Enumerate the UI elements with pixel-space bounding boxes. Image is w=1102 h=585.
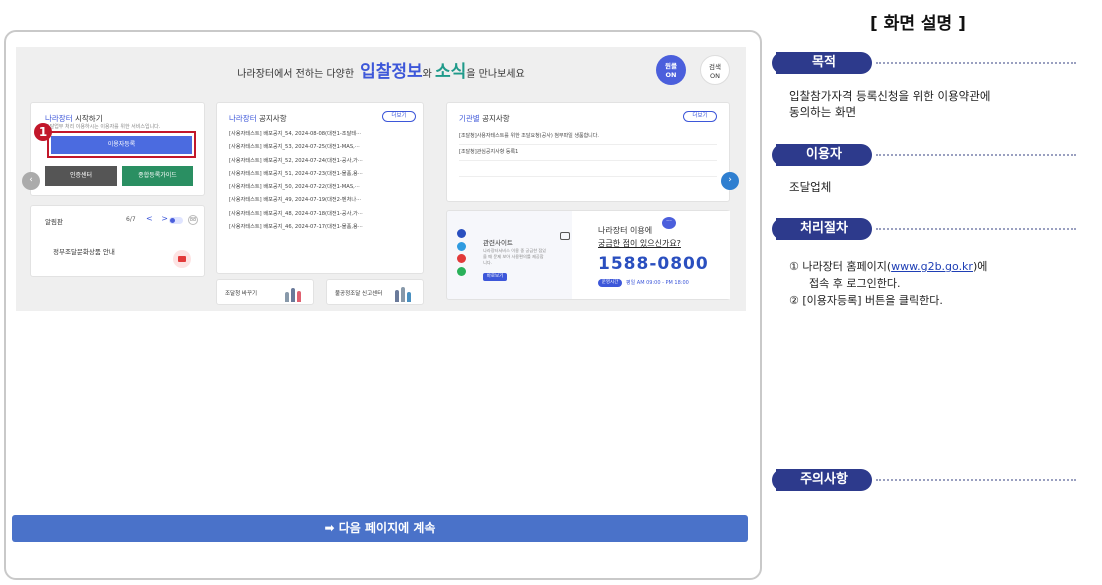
search-toggle-label: 검색	[709, 63, 721, 71]
divider	[876, 62, 1076, 64]
notice-card: 나라장터 공지사항 더보기 [사용자테스트] 배포공지_54, 2024-08-…	[216, 102, 424, 274]
notice-card-title-rest: 공지사항	[259, 114, 287, 123]
user-text: 조달업체	[789, 180, 832, 194]
alarm-card-title: 알림판	[45, 218, 63, 226]
bottom-card-1[interactable]: 조달청 바꾸기	[216, 279, 314, 305]
agency-notice-item[interactable]: [조달청]관심공지사항 등록1	[459, 145, 717, 161]
g2b-main-screenshot: 나라장터에서 전하는 다양한 입찰정보와 소식을 만나보세요 원클 ON 검색 O…	[16, 47, 746, 311]
notice-item[interactable]: [사용자테스트] 배포공지_54, 2024-08-08(대전1-조달테···	[229, 130, 363, 143]
purpose-text: 입찰참가자격 등록신청을 위한 이용약관에 동의하는 화면	[789, 88, 990, 120]
twitter-icon[interactable]	[457, 241, 466, 251]
alarm-prev-next[interactable]: < >	[146, 214, 171, 223]
oneclick-toggle[interactable]: 원클 ON	[656, 55, 686, 85]
continue-next-page-bar[interactable]: ➡ 다음 페이지에 계속	[12, 515, 748, 542]
youtube-icon[interactable]	[173, 250, 191, 268]
box-icon	[560, 232, 570, 240]
main-headline: 나라장터에서 전하는 다양한 입찰정보와 소식을 만나보세요	[16, 59, 746, 88]
procedure-steps: ① 나라장터 홈페이지(www.g2b.go.kr)에 접속 후 로그인한다. …	[789, 258, 1089, 309]
step-1-pre: ① 나라장터 홈페이지(	[789, 260, 892, 273]
help-panel: 나라장터 이용에 ··· 궁금한 점이 있으신가요? 1588-0800 운영시…	[572, 211, 730, 299]
notice-item[interactable]: [사용자테스트] 배포공지_51, 2024-07-23(대전1-물품,용···	[229, 170, 363, 183]
people-illustration-icon	[393, 284, 415, 302]
related-sites-title: 관련사이트	[483, 239, 513, 247]
people-illustration-icon	[283, 284, 305, 302]
agency-notice-card: 기관별 공지사항 더보기 [조달청]사용자테스트를 위한 조달요청(공사) 첨부…	[446, 102, 730, 202]
agency-notice-item[interactable]	[459, 161, 717, 177]
registration-guide-button[interactable]: 종합등록가이드	[122, 166, 193, 186]
grid-icon[interactable]: 88	[188, 215, 198, 225]
chat-bubble-icon[interactable]: ···	[662, 217, 676, 229]
agency-card-brand: 기관별	[459, 114, 480, 123]
start-card-title-rest: 시작하기	[75, 114, 103, 123]
notice-card-brand: 나라장터	[229, 114, 257, 123]
caution-label: 주의사항	[772, 469, 872, 491]
hours-tag: 운영시간	[598, 279, 622, 287]
operating-hours: 평일 AM 09:00 - PM 18:00	[626, 280, 689, 286]
agency-card-title: 기관별 공지사항	[459, 113, 510, 124]
highlight-box	[47, 131, 196, 158]
headline-highlight-bid: 입찰정보	[360, 62, 423, 82]
divider	[876, 154, 1076, 156]
agency-card-title-rest: 공지사항	[482, 114, 510, 123]
related-sites-card: 관련사이트 나라장터서비스 이용 중 궁금한 점있을 때 문제 보아 사용편의를…	[446, 210, 730, 300]
search-toggle[interactable]: 검색 ON	[700, 55, 730, 85]
notice-item[interactable]: [사용자테스트] 배포공지_50, 2024-07-22(대전1-MAS,···	[229, 183, 363, 196]
divider	[876, 228, 1076, 230]
step-marker-1: 1	[34, 123, 52, 141]
start-card-brand: 나라장터	[45, 114, 73, 123]
headline-post: 을 만나보세요	[466, 69, 525, 80]
carousel-prev-button[interactable]: ‹	[22, 172, 40, 190]
carousel-next-button[interactable]: ›	[721, 172, 739, 190]
oneclick-toggle-label: 원클	[665, 62, 677, 70]
go-button[interactable]: 바로보기	[483, 273, 507, 281]
help-question-1: 나라장터 이용에	[598, 226, 653, 235]
purpose-label: 목적	[772, 52, 872, 74]
notice-item[interactable]: [사용자테스트] 배포공지_53, 2024-07-25(대전1-MAS,···	[229, 143, 363, 156]
agency-more-button[interactable]: 더보기	[683, 111, 717, 122]
bottom-card-2[interactable]: 불공정조달 신고센터	[326, 279, 424, 305]
cert-center-button[interactable]: 인증센터	[45, 166, 117, 186]
bottom-card-1-label: 조달청 바꾸기	[225, 291, 258, 297]
step-1: ① 나라장터 홈페이지(www.g2b.go.kr)에	[789, 258, 1089, 275]
alarm-page-indicator: 6/7	[126, 216, 136, 223]
notice-item[interactable]: [사용자테스트] 배포공지_46, 2024-07-17(대전1-물품,용···	[229, 223, 363, 236]
step-1-continued: 접속 후 로그인한다.	[809, 277, 901, 290]
social-icons	[457, 229, 467, 279]
user-label: 이용자	[772, 144, 872, 166]
procedure-label: 처리절차	[772, 218, 872, 240]
headline-pre: 나라장터에서 전하는 다양한	[237, 69, 355, 80]
start-card-subtitle: 조달업무 처리 이용하시는 이용자를 위한 서비스입니다.	[45, 124, 161, 130]
alarm-autoplay-toggle[interactable]	[169, 217, 183, 224]
purpose-text-line-2: 동의하는 화면	[789, 105, 857, 119]
headline-mid: 와	[422, 69, 432, 80]
notice-item[interactable]: [사용자테스트] 배포공지_48, 2024-07-18(대전1-공사,가···	[229, 210, 363, 223]
youtube-icon[interactable]	[457, 254, 466, 263]
oneclick-toggle-state: ON	[665, 71, 677, 79]
divider	[876, 479, 1076, 481]
step-2: ② [이용자등록] 버튼을 클릭한다.	[789, 294, 943, 307]
blog-icon[interactable]	[457, 266, 466, 276]
search-toggle-state: ON	[710, 72, 720, 80]
notice-item[interactable]: [사용자테스트] 배포공지_49, 2024-07-19(대전2-벤처나···	[229, 196, 363, 209]
agency-notice-list: [조달청]사용자테스트를 위한 조달요청(공사) 첨부파일 생품합니다. [조달…	[459, 129, 717, 177]
alarm-card: 알림판 6/7 < > 88 정부조달문화상품 안내	[30, 205, 205, 277]
g2b-link[interactable]: www.g2b.go.kr	[891, 260, 973, 273]
step-1-post: )에	[972, 260, 988, 273]
notice-item[interactable]: [사용자테스트] 배포공지_52, 2024-07-24(대전1-공사,가···	[229, 157, 363, 170]
bottom-card-2-label: 불공정조달 신고센터	[335, 291, 383, 297]
facebook-icon[interactable]	[457, 229, 466, 238]
help-question-2[interactable]: 궁금한 점이 있으신가요?	[598, 238, 681, 249]
notice-list: [사용자테스트] 배포공지_54, 2024-08-08(대전1-조달테··· …	[229, 130, 363, 236]
alarm-item[interactable]: 정부조달문화상품 안내	[53, 246, 115, 256]
agency-notice-item[interactable]: [조달청]사용자테스트를 위한 조달요청(공사) 첨부파일 생품합니다.	[459, 129, 717, 145]
notice-more-button[interactable]: 더보기	[382, 111, 416, 122]
start-card: 나라장터 시작하기 조달업무 처리 이용하시는 이용자를 위한 서비스입니다. …	[30, 102, 205, 196]
headline-highlight-news: 소식	[435, 62, 467, 82]
related-sites-desc: 나라장터서비스 이용 중 궁금한 점있을 때 문제 보아 사용편의를 제공합니다…	[483, 248, 547, 265]
help-phone-number: 1588-0800	[598, 254, 709, 274]
purpose-text-line-1: 입찰참가자격 등록신청을 위한 이용약관에	[789, 89, 991, 103]
panel-title: [ 화면 설명 ]	[870, 14, 966, 34]
notice-card-title: 나라장터 공지사항	[229, 113, 287, 124]
